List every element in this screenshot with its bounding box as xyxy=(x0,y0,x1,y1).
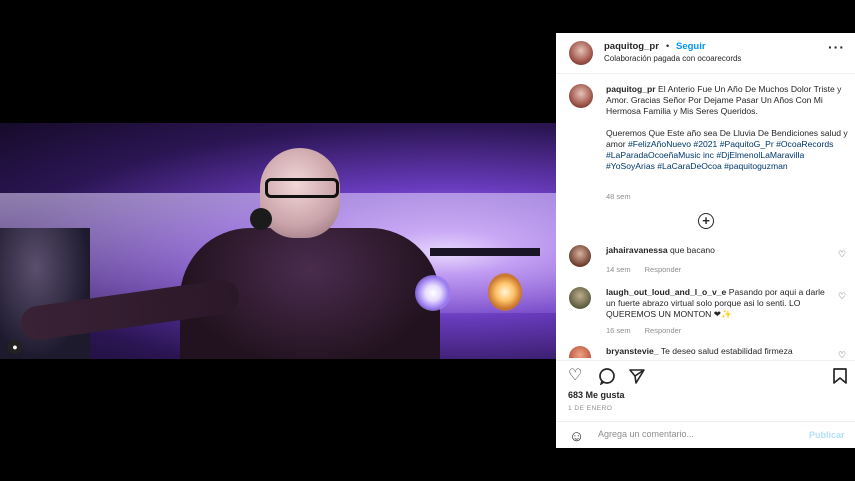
author-avatar[interactable] xyxy=(569,41,593,65)
like-count[interactable]: 683 Me gusta xyxy=(568,390,625,400)
commenter-avatar[interactable] xyxy=(569,287,591,309)
commenter-avatar[interactable] xyxy=(569,346,591,358)
publish-button[interactable]: Publicar xyxy=(809,430,845,440)
caption-hashtags[interactable]: #FelizAñoNuevo #2021 #PaquitoG_Pr #OcoaR… xyxy=(606,139,833,171)
comment-like-heart-icon[interactable]: ♡ xyxy=(838,291,846,302)
light-rig xyxy=(430,248,540,256)
caption-username[interactable]: paquitog_pr xyxy=(606,84,656,94)
post-actions-bar: ♡ xyxy=(556,360,855,391)
stage-light-white xyxy=(415,275,451,311)
paid-partnership-label[interactable]: Colaboración pagada con ocoarecords xyxy=(604,54,741,63)
comment-like-heart-icon[interactable]: ♡ xyxy=(838,350,846,358)
reply-button[interactable]: Responder xyxy=(645,326,682,335)
post-side-panel: paquitog_pr • Seguir Colaboración pagada… xyxy=(556,33,855,448)
emoji-icon[interactable]: ☺ xyxy=(569,428,584,445)
caption-author-avatar[interactable] xyxy=(569,84,593,108)
post-date[interactable]: 1 DE ENERO xyxy=(568,405,612,412)
send-icon[interactable] xyxy=(628,367,646,390)
stage-light-orange xyxy=(488,273,522,311)
follow-button[interactable]: Seguir xyxy=(676,41,706,52)
add-comment-bar: ☺ Publicar xyxy=(556,421,855,449)
comment-text: que bacano xyxy=(670,245,715,255)
microphone xyxy=(250,208,272,230)
user-tag-icon[interactable]: ● xyxy=(8,340,22,354)
comment-time[interactable]: 14 sem xyxy=(606,265,631,274)
singer-glasses xyxy=(265,178,339,198)
comment-text: Te deseo salud estabilidad firmeza xyxy=(660,346,793,356)
singer-figure xyxy=(180,148,440,359)
post-caption: paquitog_pr El Anterio Fue Un Año De Muc… xyxy=(606,84,849,172)
bookmark-icon[interactable] xyxy=(832,367,848,390)
post-photo[interactable]: ● xyxy=(0,123,556,359)
reply-button[interactable]: Responder xyxy=(645,265,682,274)
more-options-icon[interactable]: ··· xyxy=(828,39,845,55)
commenter-avatar[interactable] xyxy=(569,245,591,267)
comment-time[interactable]: 16 sem xyxy=(606,326,631,335)
comment-item: bryanstevie_ Te deseo salud estabilidad … xyxy=(556,346,855,358)
commenter-username[interactable]: jahairavanessa xyxy=(606,245,668,255)
post-header: paquitog_pr • Seguir Colaboración pagada… xyxy=(556,33,855,74)
comment-like-heart-icon[interactable]: ♡ xyxy=(838,249,846,260)
author-username[interactable]: paquitog_pr xyxy=(604,41,659,52)
caption-timestamp[interactable]: 48 sem xyxy=(606,192,631,201)
comment-input[interactable] xyxy=(598,429,798,439)
load-more-comments-icon[interactable]: + xyxy=(698,213,714,229)
commenter-username[interactable]: bryanstevie_ xyxy=(606,346,659,356)
commenter-username[interactable]: laugh_out_loud_and_l_o_v_e xyxy=(606,287,726,297)
comment-icon[interactable] xyxy=(598,367,616,390)
separator-dot: • xyxy=(666,41,670,51)
heart-icon[interactable]: ♡ xyxy=(568,367,582,385)
